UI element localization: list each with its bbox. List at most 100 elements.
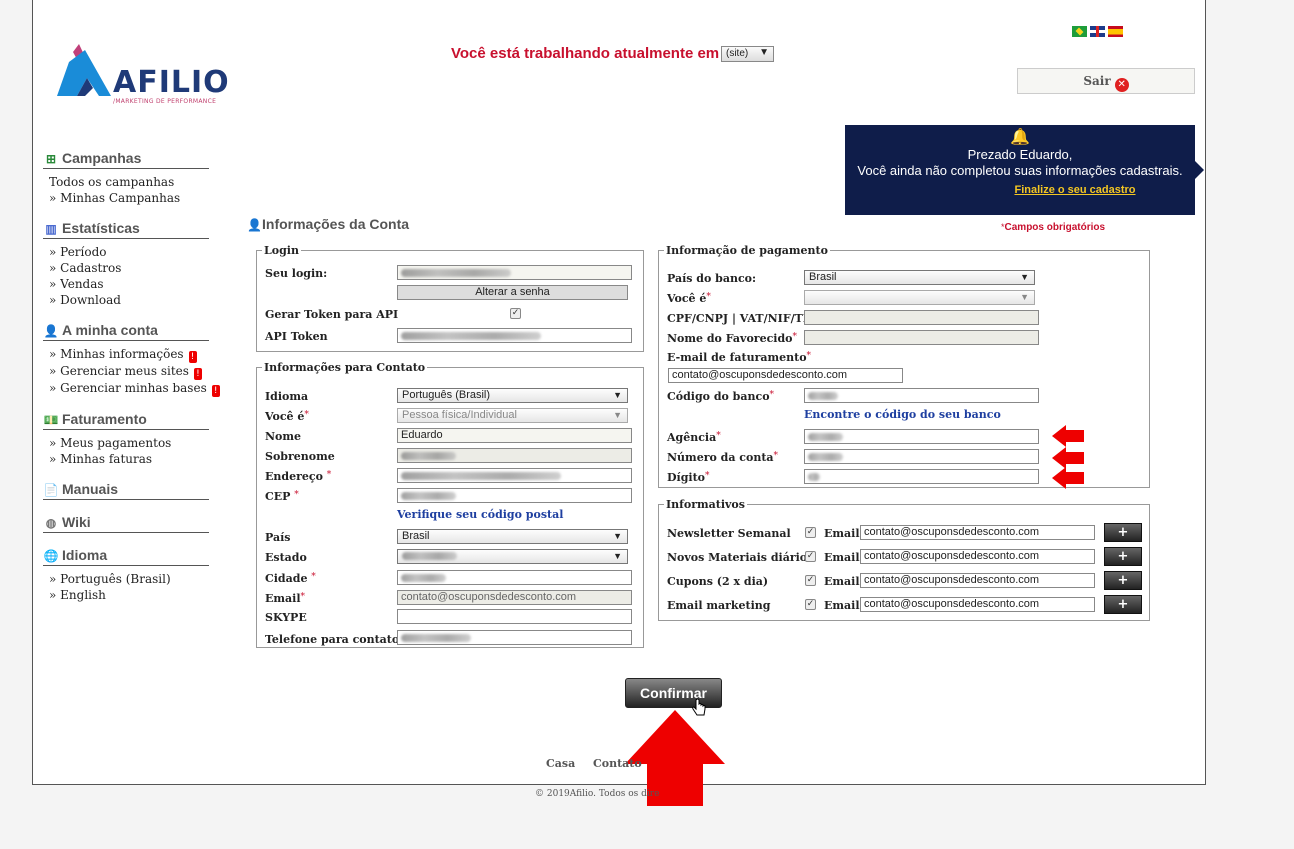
logout-button[interactable]: Sair ✕ [1017, 68, 1195, 94]
user-icon: 👤 [247, 218, 262, 232]
site-select[interactable]: (site) ▼ [721, 46, 774, 62]
confirm-button[interactable]: Confirmar [625, 678, 722, 708]
plus-icon[interactable]: + [1104, 547, 1142, 566]
cidade-label: Cidade * [265, 572, 316, 585]
logo-mark-icon [57, 44, 111, 96]
contact-fieldset: Informações para Contato Idioma Portuguê… [256, 361, 644, 648]
bell-icon: 🔔 [1010, 129, 1030, 146]
api-token-field[interactable] [397, 328, 632, 343]
token-label: Gerar Token para API [265, 308, 399, 321]
incomplete-profile-notice: 🔔 Prezado Eduardo, Você ainda não comple… [845, 125, 1204, 215]
sidebar-section-faturamento: 💵 Faturamento » Meus pagamentos » Minhas … [43, 411, 209, 467]
alert-badge: ! [211, 385, 220, 397]
footer-link-contato[interactable]: Contato [593, 757, 642, 770]
chevron-down-icon: ▼ [613, 551, 622, 561]
email-label: Email: [824, 527, 864, 540]
telefone-field[interactable] [397, 630, 632, 645]
pais-banco-select[interactable]: Brasil ▼ [804, 270, 1035, 285]
flag-brazil-icon[interactable] [1072, 26, 1087, 37]
favorecido-label: Nome do Favorecido* [667, 332, 797, 345]
cep-label: CEP * [265, 490, 299, 503]
close-icon: ✕ [1114, 78, 1129, 92]
cpf-field[interactable] [804, 310, 1039, 325]
marketing-email-field[interactable]: contato@oscuponsdedesconto.com [860, 597, 1095, 612]
page-container: AFILIO /MARKETING DE PERFORMANCE Você es… [32, 0, 1206, 806]
sidebar-item-english[interactable]: » English [43, 587, 209, 603]
newsletters-legend: Informativos [666, 498, 745, 511]
email-field[interactable]: contato@oscuponsdedesconto.com [397, 590, 632, 605]
chevron-down-icon: ▼ [1020, 292, 1029, 302]
flag-uk-icon[interactable] [1090, 26, 1105, 37]
find-bank-code-link[interactable]: Encontre o código do seu banco [804, 408, 1001, 421]
flag-spain-icon[interactable] [1108, 26, 1123, 37]
estado-select[interactable]: ▼ [397, 549, 628, 564]
favorecido-field[interactable] [804, 330, 1039, 345]
digito-label: Dígito* [667, 471, 710, 484]
notice-line1: Prezado Eduardo, [967, 147, 1073, 162]
sidebar-section-manuais: 📄 Manuais [43, 481, 209, 500]
sidebar-head-wiki[interactable]: ◍ Wiki [43, 514, 209, 533]
idioma-select[interactable]: Português (Brasil) ▼ [397, 388, 628, 403]
materiais-checkbox[interactable]: ✓ [805, 551, 816, 562]
skype-field[interactable] [397, 609, 632, 624]
alert-badge: ! [188, 351, 197, 363]
cidade-field[interactable] [397, 570, 632, 585]
cupons-email-field[interactable]: contato@oscuponsdedesconto.com [860, 573, 1095, 588]
pag-tipo-pessoa-select[interactable]: ▼ [804, 290, 1035, 305]
afilio-logo[interactable]: AFILIO /MARKETING DE PERFORMANCE [55, 42, 229, 108]
estado-label: Estado [265, 551, 307, 564]
change-password-button[interactable]: Alterar a senha [397, 285, 628, 300]
sidebar-head-manuais[interactable]: 📄 Manuais [43, 481, 209, 500]
cpf-label: CPF/CNPJ | VAT/NIF/TIN* [667, 312, 823, 325]
endereco-label: Endereço * [265, 470, 332, 483]
pais-banco-label: País do banco: [667, 272, 757, 285]
sidebar-item-download[interactable]: » Download [43, 292, 209, 308]
sidebar-item-gerenciar-sites[interactable]: » Gerenciar meus sites! [43, 363, 209, 380]
sidebar-item-cadastros[interactable]: » Cadastros [43, 260, 209, 276]
sobrenome-field[interactable] [397, 448, 632, 463]
cupons-row-label: Cupons (2 x dia) [667, 575, 769, 588]
red-arrow-left-icon [1052, 447, 1084, 469]
plus-icon[interactable]: + [1104, 523, 1142, 542]
tipo-pessoa-select[interactable]: Pessoa física/Individual ▼ [397, 408, 628, 423]
sidebar-item-gerenciar-bases[interactable]: » Gerenciar minhas bases! [43, 380, 220, 397]
newsletter-row-label: Newsletter Semanal [667, 527, 791, 540]
finish-registration-link[interactable]: Finalize o seu cadastro [995, 182, 1155, 198]
sidebar-section-campanhas: ⊞ Campanhas Todos os campanhas » Minhas C… [43, 150, 209, 206]
generate-token-checkbox[interactable]: ✓ [510, 308, 521, 319]
login-field[interactable] [397, 265, 632, 280]
cupons-checkbox[interactable]: ✓ [805, 575, 816, 586]
agencia-field[interactable] [804, 429, 1039, 444]
sidebar-item-todos-campanhas[interactable]: Todos os campanhas [43, 174, 209, 190]
newsletter-checkbox[interactable]: ✓ [805, 527, 816, 538]
sidebar-section-idioma: 🌐 Idioma » Português (Brasil) » English [43, 547, 209, 603]
newsletter-email-field[interactable]: contato@oscuponsdedesconto.com [860, 525, 1095, 540]
plus-icon[interactable]: + [1104, 595, 1142, 614]
sidebar-item-minhas-informacoes[interactable]: » Minhas informações! [43, 346, 209, 363]
cep-field[interactable] [397, 488, 632, 503]
codigo-banco-field[interactable] [804, 388, 1039, 403]
pais-select[interactable]: Brasil ▼ [397, 529, 628, 544]
agencia-label: Agência* [667, 431, 721, 444]
sidebar-item-portugues[interactable]: » Português (Brasil) [43, 571, 209, 587]
sidebar-item-minhas-faturas[interactable]: » Minhas faturas [43, 451, 209, 467]
endereco-field[interactable] [397, 468, 632, 483]
marketing-checkbox[interactable]: ✓ [805, 599, 816, 610]
numero-conta-field[interactable] [804, 449, 1039, 464]
sidebar-item-vendas[interactable]: » Vendas [43, 276, 209, 292]
sitemap-icon: ⊞ [45, 152, 57, 166]
email-faturamento-field[interactable]: contato@oscuponsdedesconto.com [668, 368, 903, 383]
sidebar-item-meus-pagamentos[interactable]: » Meus pagamentos [43, 435, 209, 451]
verify-postal-code-link[interactable]: Verifique seu código postal [397, 508, 563, 521]
sidebar-head-campanhas: ⊞ Campanhas [43, 150, 209, 169]
plus-icon[interactable]: + [1104, 571, 1142, 590]
login-legend: Login [264, 244, 299, 257]
sidebar-item-minhas-campanhas[interactable]: » Minhas Campanhas [43, 190, 209, 206]
email-label: Email* [265, 592, 306, 605]
digito-field[interactable] [804, 469, 1039, 484]
user-icon: 👤 [43, 324, 59, 338]
footer-link-casa[interactable]: Casa [546, 757, 575, 770]
nome-field[interactable]: Eduardo [397, 428, 632, 443]
sidebar-item-periodo[interactable]: » Período [43, 244, 209, 260]
materiais-email-field[interactable]: contato@oscuponsdedesconto.com [860, 549, 1095, 564]
